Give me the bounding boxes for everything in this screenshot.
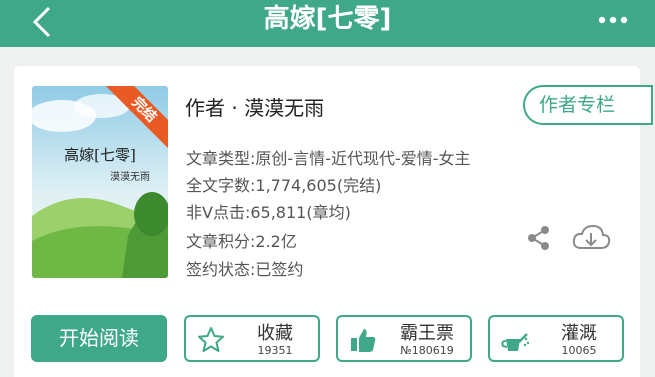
- more-dots-icon: [598, 16, 628, 24]
- author-column-button[interactable]: 作者专栏: [523, 85, 653, 125]
- thumbs-up-icon: [351, 329, 376, 352]
- book-score: 文章积分:2.2亿: [186, 232, 297, 251]
- water-label: 灌溉: [561, 323, 597, 344]
- cover-title: 高嫁[七零]: [64, 146, 136, 164]
- vote-label: 霸王票: [400, 323, 454, 344]
- book-type: 文章类型:原创-言情-近代现代-爱情-女主: [186, 149, 471, 168]
- book-cover[interactable]: 高嫁[七零] 漠漠无雨 完结: [32, 86, 168, 278]
- share-icon: [528, 226, 549, 250]
- word-count: 全文字数:1,774,605(完结): [186, 176, 382, 195]
- collect-count: 19351: [257, 344, 293, 357]
- start-reading-button[interactable]: 开始阅读: [31, 315, 167, 362]
- water-count: 10065: [561, 344, 597, 357]
- collect-label: 收藏: [257, 323, 293, 344]
- author-name[interactable]: 作者 · 漠漠无雨: [185, 92, 324, 121]
- collect-button[interactable]: 收藏 19351: [184, 315, 320, 362]
- cloud-download-icon: [572, 224, 611, 249]
- share-button[interactable]: [525, 224, 553, 252]
- water-button[interactable]: 灌溉 10065: [488, 315, 624, 362]
- top-navigation-bar: 高嫁[七零]: [0, 0, 655, 47]
- more-menu-button[interactable]: [593, 6, 633, 34]
- non-vip-clicks: 非V点击:65,811(章均): [186, 203, 351, 222]
- vote-count: №180619: [400, 344, 454, 357]
- star-icon: [198, 327, 224, 352]
- watering-can-icon: [501, 333, 530, 351]
- vote-button[interactable]: 霸王票 №180619: [336, 315, 472, 362]
- page-title: 高嫁[七零]: [263, 4, 392, 34]
- cover-author: 漠漠无雨: [110, 172, 150, 183]
- download-button[interactable]: [571, 222, 611, 254]
- contract-status: 签约状态:已签约: [186, 260, 304, 279]
